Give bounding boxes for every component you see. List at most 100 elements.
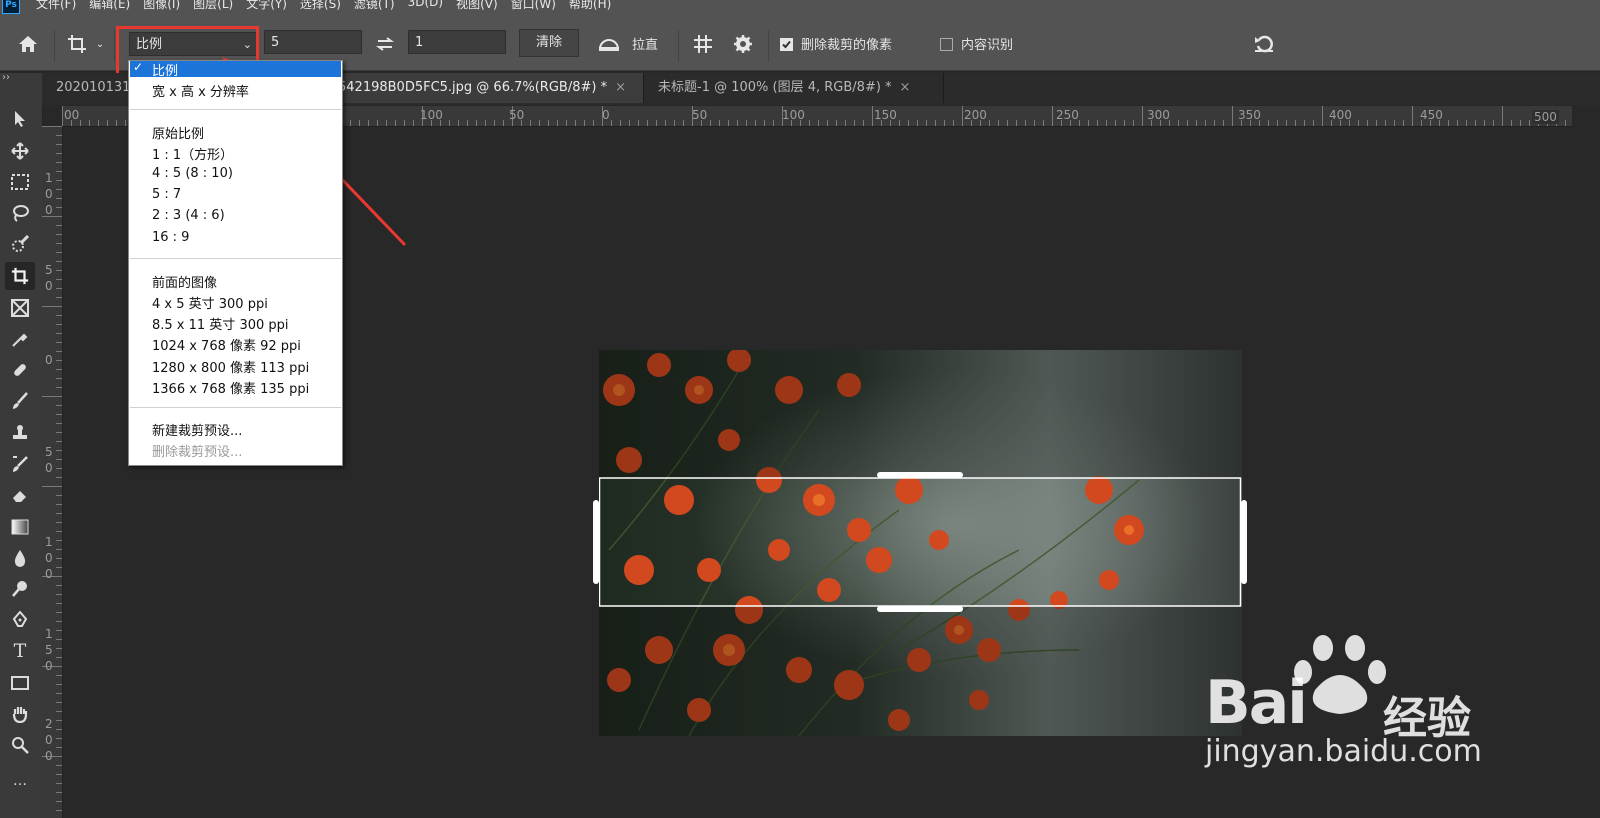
zoom-icon[interactable] — [5, 731, 35, 759]
menu-items: 文件(F) 编辑(E) 图像(I) 图层(L) 文字(Y) 选择(S) 滤镜(T… — [36, 0, 611, 12]
dropdown-item-16-9[interactable]: 16 : 9 — [152, 230, 189, 245]
dropdown-item-4-5[interactable]: 4 : 5 (8 : 10) — [152, 166, 233, 181]
dropdown-item-preset[interactable]: 1366 x 768 像素 135 ppi — [152, 378, 309, 397]
clear-button[interactable]: 清除 — [519, 29, 579, 57]
select-arrow-icon[interactable] — [5, 105, 35, 133]
menu-help[interactable]: 帮助(H) — [569, 0, 611, 12]
stamp-icon[interactable] — [5, 419, 35, 447]
eyedropper-icon[interactable] — [5, 325, 35, 353]
gradient-icon[interactable] — [5, 513, 35, 541]
type-icon[interactable]: T — [5, 637, 35, 665]
delete-cropped-checkbox[interactable] — [780, 38, 793, 51]
ratio-dropdown-menu: ✓ 比例 宽 x 高 x 分辨率 原始比例 1 : 1（方形） 4 : 5 (8… — [128, 60, 343, 466]
chevron-down-icon[interactable]: ⌄ — [94, 36, 106, 52]
ruler-label: 50 — [509, 108, 525, 122]
dropdown-item-1-1[interactable]: 1 : 1（方形） — [152, 144, 233, 163]
content-aware-label[interactable]: 内容识别 — [961, 34, 1013, 53]
eraser-icon[interactable] — [5, 481, 35, 509]
frame-tool-icon[interactable] — [5, 294, 35, 322]
collapse-icon[interactable]: ›› — [2, 72, 10, 83]
menu-view[interactable]: 视图(V) — [456, 0, 498, 12]
rectangle-icon[interactable] — [5, 669, 35, 697]
menu-file[interactable]: 文件(F) — [36, 0, 76, 12]
baidu-watermark: Bai 经验 jingyan.baidu.com — [1205, 630, 1595, 780]
dropdown-item-preset[interactable]: 8.5 x 11 英寸 300 ppi — [152, 314, 289, 333]
width-field[interactable]: 5 — [264, 30, 362, 54]
tab-document-3[interactable]: 未标题-1 @ 100% (图层 4, RGB/8#) * × — [644, 73, 944, 103]
ruler-label: 100 — [45, 535, 53, 581]
hand-icon[interactable] — [5, 700, 35, 728]
history-brush-icon[interactable] — [5, 450, 35, 478]
ruler-label: 350 — [1238, 108, 1261, 122]
dropdown-item-5-7[interactable]: 5 : 7 — [152, 187, 181, 202]
content-aware-checkbox[interactable] — [940, 38, 953, 51]
ruler-label: 0 — [602, 108, 610, 122]
close-icon[interactable]: × — [615, 80, 626, 95]
menu-filter[interactable]: 滤镜(T) — [354, 0, 395, 12]
crop-handle-right[interactable] — [1241, 500, 1247, 584]
brush-icon[interactable] — [5, 387, 35, 415]
ruler-label: 400 — [1329, 108, 1352, 122]
check-icon: ✓ — [133, 60, 144, 74]
crop-tool-icon[interactable] — [5, 262, 35, 290]
menu-layer[interactable]: 图层(L) — [193, 0, 233, 12]
dropdown-item-whr[interactable]: 宽 x 高 x 分辨率 — [152, 81, 249, 100]
ruler-label: 50 — [45, 263, 53, 293]
gear-icon[interactable] — [730, 32, 756, 56]
ruler-label: 50 — [692, 108, 708, 122]
swap-icon[interactable] — [374, 34, 396, 54]
menu-3d[interactable]: 3D(D) — [408, 0, 443, 12]
close-icon[interactable]: × — [900, 80, 911, 95]
dropdown-item-new-preset[interactable]: 新建裁剪预设... — [152, 420, 242, 439]
ruler-label: 150 — [874, 108, 897, 122]
grid-overlay-icon[interactable] — [690, 32, 716, 56]
app-icon[interactable]: Ps — [2, 0, 20, 14]
move-icon[interactable] — [5, 137, 35, 165]
ruler-label: 50 — [45, 445, 53, 475]
dropdown-item-front-image[interactable]: 前面的图像 — [152, 272, 217, 291]
ruler-label: 100 — [782, 108, 805, 122]
dropdown-item-2-3[interactable]: 2 : 3 (4 : 6) — [152, 208, 225, 223]
dodge-icon[interactable] — [5, 575, 35, 603]
dropdown-item-preset[interactable]: 1280 x 800 像素 113 ppi — [152, 357, 309, 376]
straighten-icon[interactable] — [596, 34, 622, 54]
tab-label: 未标题-1 @ 100% (图层 4, RGB/8#) * — [658, 80, 892, 95]
dropdown-item-ratio[interactable]: 比例 — [152, 60, 178, 79]
height-field[interactable]: 1 — [408, 30, 506, 54]
pen-icon[interactable] — [5, 606, 35, 634]
marquee-icon[interactable] — [5, 168, 35, 196]
document-image[interactable] — [599, 350, 1242, 736]
vertical-ruler[interactable]: 100 50 0 50 100 150 200 — [42, 126, 63, 818]
watermark-brand: Bai — [1205, 668, 1308, 738]
menu-type[interactable]: 文字(Y) — [246, 0, 287, 12]
ruler-label: 200 — [45, 717, 53, 763]
menu-bar: Ps 文件(F) 编辑(E) 图像(I) 图层(L) 文字(Y) 选择(S) 滤… — [0, 0, 1600, 14]
dropdown-item-original[interactable]: 原始比例 — [152, 123, 204, 142]
dropdown-item-preset[interactable]: 1024 x 768 像素 92 ppi — [152, 335, 301, 354]
tools-panel: ›› T … — [0, 72, 43, 818]
lasso-icon[interactable] — [5, 199, 35, 227]
menu-edit[interactable]: 编辑(E) — [89, 0, 130, 12]
home-icon[interactable] — [14, 32, 42, 56]
dropdown-item-preset[interactable]: 4 x 5 英寸 300 ppi — [152, 293, 268, 312]
menu-image[interactable]: 图像(I) — [143, 0, 180, 12]
crop-handle-left[interactable] — [593, 500, 599, 584]
ruler-label: 200 — [964, 108, 987, 122]
ruler-label: 500 — [1532, 110, 1559, 124]
reset-icon[interactable] — [1252, 32, 1276, 56]
straighten-label[interactable]: 拉直 — [632, 34, 658, 53]
ruler-label: 450 — [1420, 108, 1443, 122]
crop-tool-icon[interactable] — [64, 32, 90, 56]
quick-select-icon[interactable] — [5, 230, 35, 258]
more-tools-icon[interactable]: … — [5, 767, 35, 795]
blur-icon[interactable] — [5, 544, 35, 572]
ruler-label: 100 — [420, 108, 443, 122]
menu-select[interactable]: 选择(S) — [300, 0, 341, 12]
delete-cropped-label[interactable]: 删除裁剪的像素 — [801, 34, 892, 53]
ruler-label: 0 — [45, 353, 53, 367]
dropdown-item-delete-preset: 删除裁剪预设... — [152, 445, 243, 460]
healing-brush-icon[interactable] — [5, 356, 35, 384]
ruler-label: 250 — [1056, 108, 1079, 122]
ruler-label: 300 — [1147, 108, 1170, 122]
menu-window[interactable]: 窗口(W) — [511, 0, 556, 12]
